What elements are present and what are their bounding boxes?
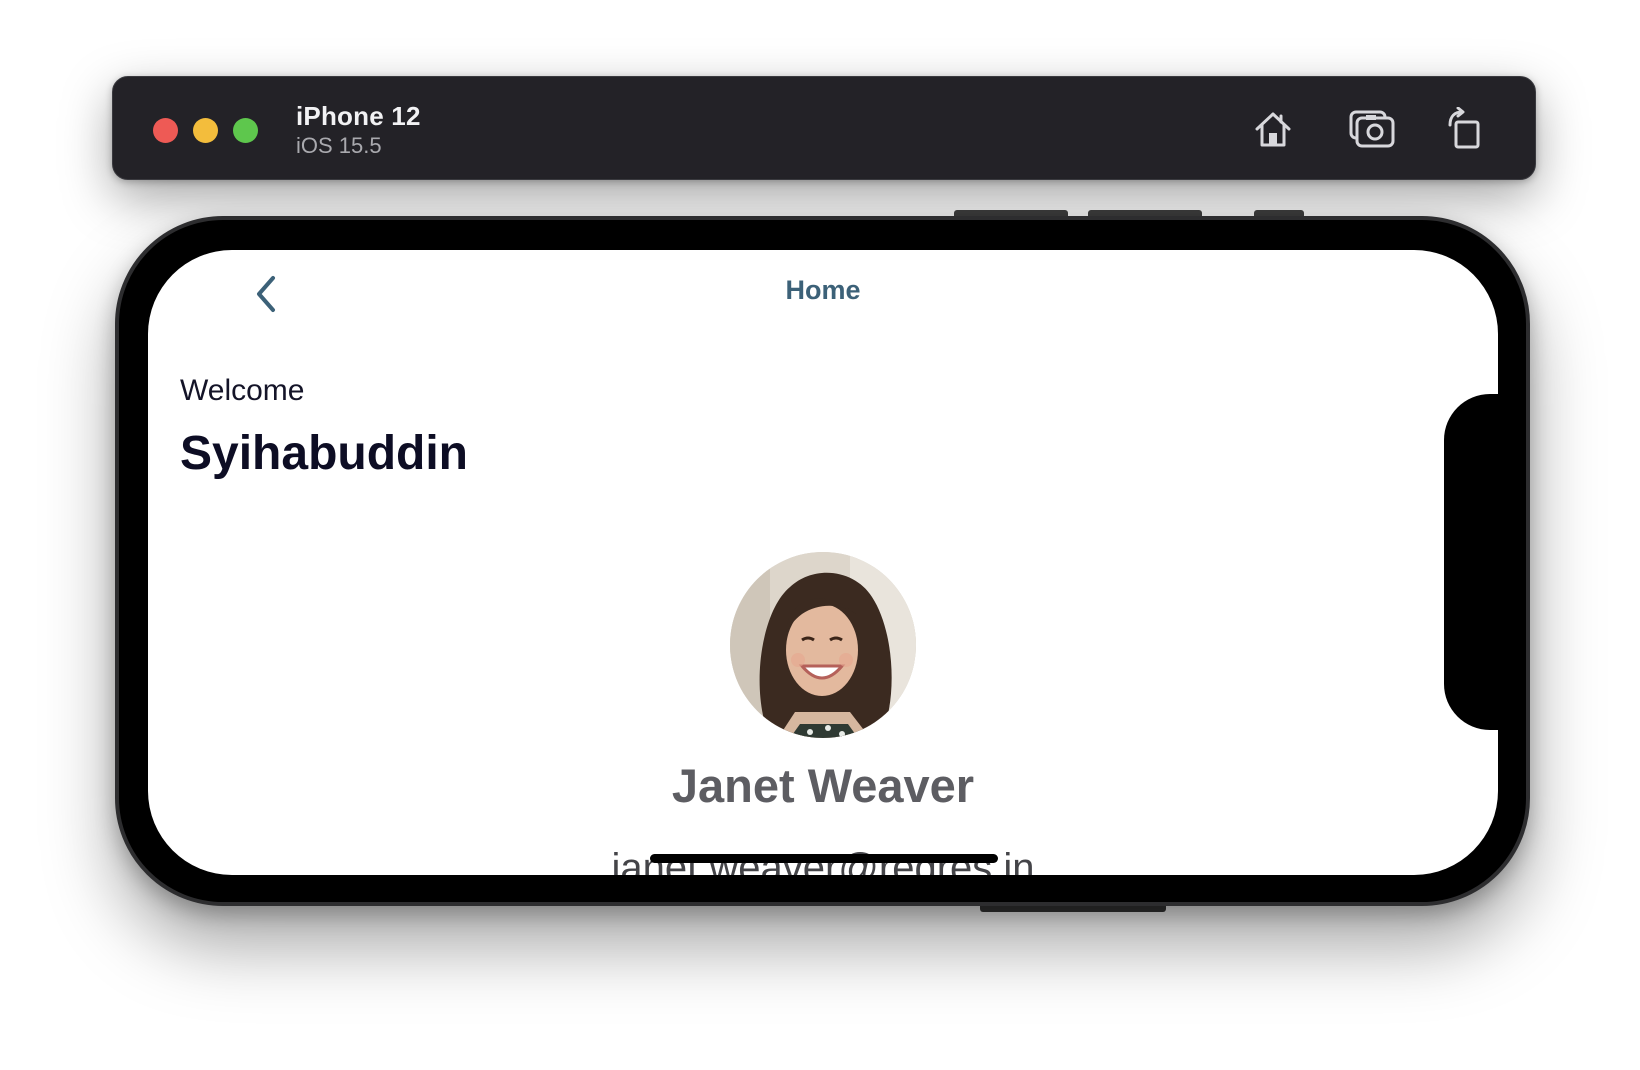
home-button[interactable] xyxy=(1247,103,1299,155)
current-user-name: Syihabuddin xyxy=(180,427,468,480)
minimize-window-button[interactable] xyxy=(193,118,218,143)
nav-title: Home xyxy=(785,275,861,305)
rotate-button[interactable] xyxy=(1438,103,1490,155)
app-screen: Home Welcome Syihabuddin Janet Weaver xyxy=(148,250,1498,875)
home-indicator[interactable] xyxy=(650,854,998,863)
welcome-label: Welcome xyxy=(180,374,305,407)
home-icon xyxy=(1255,112,1291,147)
device-name: iPhone 12 xyxy=(296,101,421,131)
profile-avatar xyxy=(730,552,916,738)
profile-name: Janet Weaver xyxy=(671,759,975,812)
sensor-notch xyxy=(1444,394,1500,730)
maximize-window-button[interactable] xyxy=(233,118,258,143)
screenshot-button[interactable] xyxy=(1346,103,1398,155)
simulator-title-bar: iPhone 12 iOS 15.5 xyxy=(112,76,1536,180)
camera-icon xyxy=(1349,110,1395,148)
os-version: iOS 15.5 xyxy=(296,133,382,158)
close-window-button[interactable] xyxy=(153,118,178,143)
rotate-icon xyxy=(1448,107,1480,149)
